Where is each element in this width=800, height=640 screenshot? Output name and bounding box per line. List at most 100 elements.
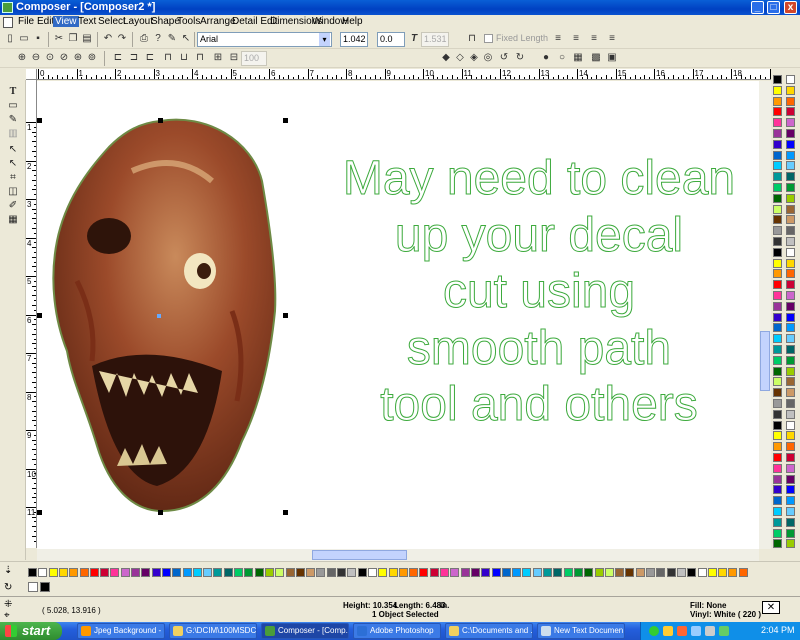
color-swatch[interactable]	[773, 312, 782, 322]
color-swatch[interactable]	[773, 528, 782, 538]
color-swatch[interactable]	[786, 226, 795, 236]
color-swatch[interactable]	[316, 568, 326, 577]
menu-file[interactable]: File	[18, 16, 34, 27]
color-swatch[interactable]	[192, 568, 202, 577]
color-swatch[interactable]	[786, 247, 795, 257]
color-swatch[interactable]	[773, 226, 782, 236]
zoom-previous-icon[interactable]: ⊘	[58, 52, 70, 64]
color-swatch[interactable]	[786, 107, 795, 117]
color-swatch[interactable]	[786, 388, 795, 398]
selection-handle[interactable]	[37, 313, 42, 318]
color-swatch[interactable]	[786, 183, 795, 192]
color-swatch[interactable]	[773, 150, 782, 160]
task-composer[interactable]: Composer - [Comp...	[261, 623, 349, 639]
align-left-icon[interactable]: ≡	[552, 33, 564, 45]
color-swatch[interactable]	[646, 568, 655, 577]
color-swatch[interactable]	[773, 237, 782, 246]
color-swatch[interactable]	[615, 568, 625, 577]
color-swatch[interactable]	[543, 568, 552, 577]
color-swatch[interactable]	[773, 161, 782, 171]
menu-arrange[interactable]: Arrange	[200, 16, 236, 27]
color-swatch[interactable]	[773, 172, 782, 182]
lock-icon[interactable]: ▣	[606, 52, 618, 64]
vertical-scroll-thumb[interactable]	[760, 331, 770, 391]
color-swatch[interactable]	[89, 568, 99, 577]
horizontal-scrollbar[interactable]	[37, 549, 759, 561]
undo-icon[interactable]: ↶	[102, 33, 114, 45]
color-swatch[interactable]	[773, 463, 782, 473]
color-swatch[interactable]	[786, 334, 795, 344]
color-swatch[interactable]	[419, 568, 429, 577]
color-swatch[interactable]	[326, 568, 336, 577]
horizontal-scroll-thumb[interactable]	[312, 550, 407, 560]
task-folder[interactable]: G:\DCIM\100MSDCF	[169, 623, 257, 639]
color-swatch[interactable]	[718, 568, 728, 577]
color-swatch[interactable]	[773, 291, 782, 300]
color-swatch[interactable]	[773, 474, 782, 484]
color-swatch[interactable]	[773, 345, 782, 354]
color-swatch[interactable]	[481, 568, 491, 577]
rotate-right-icon[interactable]: ↻	[514, 52, 526, 64]
color-swatch[interactable]	[234, 568, 243, 577]
color-swatch[interactable]	[773, 366, 782, 376]
contour-icon[interactable]: ◎	[482, 52, 494, 64]
color-swatch[interactable]	[786, 204, 795, 214]
save-icon[interactable]: ▪	[32, 33, 44, 45]
grid-icon[interactable]: ▩	[590, 52, 602, 64]
design-canvas[interactable]: May need to clean up your decal cut usin…	[37, 81, 759, 549]
color-swatch[interactable]	[563, 568, 573, 577]
outline-text-line-2[interactable]: up your decal	[309, 208, 759, 263]
color-swatch[interactable]	[378, 568, 388, 577]
color-swatch[interactable]	[491, 568, 501, 577]
minimize-button[interactable]: _	[751, 1, 764, 14]
ruler-corner[interactable]	[26, 69, 37, 80]
color-swatch[interactable]	[773, 204, 782, 214]
italic-icon[interactable]: T	[408, 33, 420, 45]
task-jpeg-background[interactable]: Jpeg Background - ...	[77, 623, 165, 639]
align-center-icon[interactable]: ≡	[570, 33, 582, 45]
color-swatch[interactable]	[512, 568, 522, 577]
task-documents[interactable]: C:\Documents and ...	[445, 623, 533, 639]
color-swatch[interactable]	[773, 118, 782, 128]
color-swatch[interactable]	[773, 258, 782, 268]
eyedropper-icon[interactable]: ✐	[7, 200, 19, 212]
color-swatch[interactable]	[786, 118, 795, 128]
color-swatch[interactable]	[38, 568, 48, 577]
color-swatch[interactable]	[773, 269, 782, 279]
align-objects-left-icon[interactable]: ⊏	[112, 52, 124, 64]
color-swatch[interactable]	[786, 323, 795, 333]
color-swatch[interactable]	[594, 568, 604, 577]
zoom-selected-icon[interactable]: ⊚	[86, 52, 98, 64]
fill-shape-icon[interactable]: ◈	[468, 52, 480, 64]
color-swatch[interactable]	[773, 215, 782, 225]
color-swatch[interactable]	[141, 568, 151, 577]
color-swatch[interactable]	[773, 420, 782, 430]
align-right-icon[interactable]: ≡	[588, 33, 600, 45]
color-swatch[interactable]	[58, 568, 68, 577]
color-swatch[interactable]	[786, 312, 795, 322]
zoom-out-icon[interactable]: ⊖	[30, 52, 42, 64]
color-swatch[interactable]	[697, 568, 707, 577]
new-file-icon[interactable]: ▯	[4, 33, 16, 45]
outline-text-line-1[interactable]: May need to clean	[309, 151, 759, 206]
close-button[interactable]: x	[784, 1, 797, 14]
color-swatch[interactable]	[773, 301, 782, 311]
color-swatch[interactable]	[786, 507, 795, 516]
color-swatch[interactable]	[786, 420, 795, 430]
color-swatch[interactable]	[786, 172, 795, 182]
menu-edit[interactable]: Edit	[37, 16, 54, 27]
color-swatch[interactable]	[79, 568, 89, 577]
color-swatch[interactable]	[522, 568, 532, 577]
chevron-down-icon[interactable]: ▾	[319, 33, 330, 46]
color-swatch[interactable]	[773, 247, 782, 257]
color-swatch[interactable]	[786, 237, 795, 246]
color-swatch[interactable]	[773, 377, 782, 387]
color-swatch[interactable]	[625, 568, 635, 577]
color-swatch[interactable]	[773, 85, 782, 95]
color-swatch[interactable]	[151, 568, 161, 577]
maximize-button[interactable]: □	[767, 1, 780, 14]
refresh-icon[interactable]: ↻	[4, 582, 12, 593]
document-icon[interactable]	[3, 17, 13, 28]
width-field[interactable]: 1.531	[421, 32, 449, 47]
print-icon[interactable]: ⎙	[138, 33, 150, 45]
